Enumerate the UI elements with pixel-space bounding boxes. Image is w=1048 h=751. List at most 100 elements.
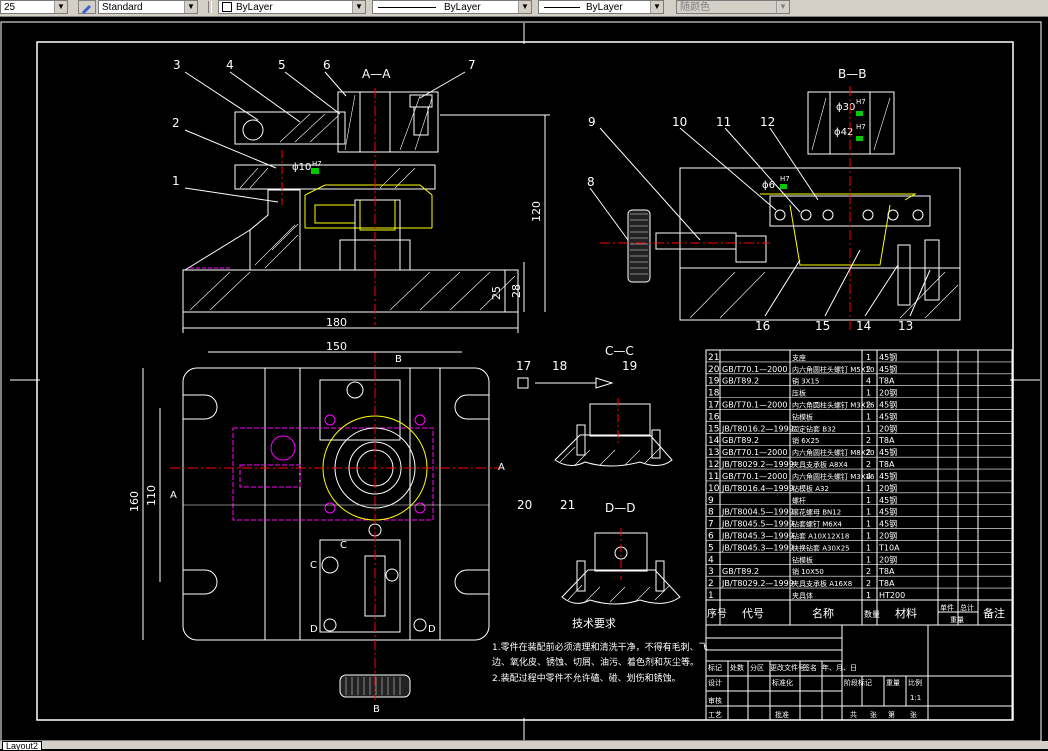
bom-cell-name: 内六角圆柱头螺钉 M3X16 <box>792 472 875 481</box>
bom-cell-code: GB/T70.1—2000 <box>722 472 787 481</box>
bom-cell-no: 13 <box>708 448 719 458</box>
lineweight-value: ByLayer <box>586 2 623 13</box>
bom-cell-code: JB/T8016.2—1999 <box>721 424 794 433</box>
balloon-13: 13 <box>898 319 913 333</box>
chevron-down-icon[interactable]: ▼ <box>650 1 663 13</box>
bom-cell-name: 快换钻套 A30X25 <box>792 543 850 552</box>
bom-cell-name: 支座 <box>792 353 806 362</box>
title-block <box>705 624 1013 721</box>
bom-cell-name: 固定钻套 B32 <box>792 424 836 433</box>
bom-cell-material: T8A <box>878 579 895 588</box>
bom-cell-material: 20钢 <box>879 423 897 433</box>
bom-cell-no: 17 <box>708 401 719 411</box>
bom-cell-qty: 1 <box>866 508 871 517</box>
bom-cell-code: JB/T8029.2—1999 <box>721 460 794 469</box>
bom-cell-code: JB/T8045.3—1999 <box>721 531 794 540</box>
section-bb-label: B—B <box>838 67 866 81</box>
chevron-down-icon[interactable]: ▼ <box>184 1 197 13</box>
view-marker-d-1: D <box>310 624 318 635</box>
tb-mark: 标记 <box>708 663 722 672</box>
chevron-down-icon[interactable]: ▼ <box>54 1 67 13</box>
tb-date: 年、月、日 <box>822 663 857 672</box>
balloon-2: 2 <box>172 116 180 130</box>
balloon-17: 17 <box>516 359 531 373</box>
grid-marker-icon <box>517 377 529 389</box>
plot-style-dropdown[interactable]: 随颜色 ▼ <box>676 0 790 14</box>
balloon-4: 4 <box>226 58 234 72</box>
bom-cell-name: 夹具体 <box>792 591 813 600</box>
balloon-6: 6 <box>323 58 331 72</box>
bom-cell-code: JB/T8016.4—1999 <box>721 484 794 493</box>
bom-cell-material: 45钢 <box>879 519 897 529</box>
balloon-16: 16 <box>755 319 770 333</box>
bom-cell-material: 45钢 <box>879 411 897 421</box>
bom-cell-material: 45钢 <box>879 471 897 481</box>
bom-cell-name: 滚花螺母 BN12 <box>792 508 841 517</box>
bom-cell-qty: 1 <box>866 496 871 505</box>
section-dd-view: D—D <box>561 501 681 605</box>
chevron-down-icon[interactable]: ▼ <box>776 1 789 13</box>
bom-cell-name: 内六角圆柱头螺钉 M3X16 <box>792 401 875 410</box>
bom-cell-code: GB/T70.1—2000 <box>722 448 787 457</box>
tb-zone: 分区 <box>750 663 764 672</box>
chevron-down-icon[interactable]: ▼ <box>518 1 531 13</box>
dim-fit-h7-b: H7 <box>856 98 866 106</box>
bom-rows: 21 支座 1 45钢20 GB/T70.1—2000 内六角圆柱头螺钉 M5X102 45… <box>706 352 1012 624</box>
bom-cell-qty: 4 <box>866 472 871 481</box>
bom-cell-code: GB/T70.1—2000 <box>722 401 787 410</box>
section-cc-view: C—C <box>517 344 673 467</box>
bom-cell-qty: 1 <box>866 543 871 552</box>
bom-cell-no: 10 <box>708 484 720 494</box>
bom-cell-qty: 2 <box>866 567 871 576</box>
section-aa-view: A—A 180 120 25 28 ϕ10 H7 <box>182 67 550 333</box>
bom-cell-material: 20钢 <box>879 388 897 398</box>
linetype-dropdown[interactable]: ByLayer ▼ <box>372 0 532 14</box>
bom-cell-code: JB/T8004.5—1999 <box>721 508 794 517</box>
bom-cell-no: 8 <box>708 508 714 518</box>
bom-cell-name: 压板 <box>792 389 806 398</box>
text-style-dropdown[interactable]: Standard ▼ <box>98 0 198 14</box>
view-marker-b-bottom: B <box>373 704 380 715</box>
balloon-1: 1 <box>172 174 180 188</box>
bom-cell-qty: 1 <box>866 389 871 398</box>
tb-scale-value: 1:1 <box>910 694 921 702</box>
bom-cell-no: 15 <box>708 424 719 434</box>
bom-header-name: 名称 <box>812 606 834 620</box>
dim-110: 110 <box>145 485 158 506</box>
bom-cell-no: 12 <box>708 460 719 470</box>
bom-cell-material: HT200 <box>879 591 905 600</box>
bom-cell-qty: 1 <box>866 353 871 362</box>
lineweight-dropdown[interactable]: ByLayer ▼ <box>538 0 664 14</box>
bom-cell-no: 6 <box>708 531 714 541</box>
dim-120: 120 <box>530 201 543 222</box>
drawing-canvas[interactable]: A—A 180 120 25 28 ϕ10 H7 B—B ϕ30 H7 ϕ42 … <box>0 17 1048 741</box>
dim-bore-30: ϕ30 <box>836 102 855 113</box>
tb-sheet-2: 张 <box>910 710 917 719</box>
scale-value: 25 <box>4 2 16 13</box>
text-style-icon[interactable] <box>78 0 96 14</box>
bom-cell-name: 内六角圆柱头螺钉 M5X10 <box>792 365 874 374</box>
bom-cell-qty: 1 <box>866 412 871 421</box>
view-marker-a-left: A <box>170 490 177 501</box>
balloon-14: 14 <box>856 319 871 333</box>
bom-cell-qty: 2 <box>866 448 871 457</box>
plot-style-value: 随颜色 <box>680 2 710 13</box>
bom-cell-no: 1 <box>708 591 714 601</box>
toolbar-separator <box>208 1 212 13</box>
tb-design: 设计 <box>708 678 722 687</box>
bom-cell-material: T8A <box>878 436 895 445</box>
bom-header-no: 序号 <box>707 607 727 620</box>
layer-color-dropdown[interactable]: ByLayer ▼ <box>218 0 366 14</box>
bom-cell-qty: 2 <box>866 436 871 445</box>
status-bar <box>0 741 1048 749</box>
chevron-down-icon[interactable]: ▼ <box>352 1 365 13</box>
bom-cell-qty: 1 <box>866 484 871 493</box>
view-marker-c-2: C <box>310 560 317 571</box>
tb-sheet-1: 张 <box>870 710 877 719</box>
bom-cell-qty: 1 <box>866 424 871 433</box>
scale-dropdown[interactable]: 25 ▼ <box>0 0 68 14</box>
dim-fit-h7-a: H7 <box>312 160 322 168</box>
bom-cell-no: 19 <box>708 377 720 387</box>
bom-cell-name: 钻模板 <box>792 412 813 421</box>
plan-view: 150 160 110 B B A A C C D D <box>128 340 505 715</box>
